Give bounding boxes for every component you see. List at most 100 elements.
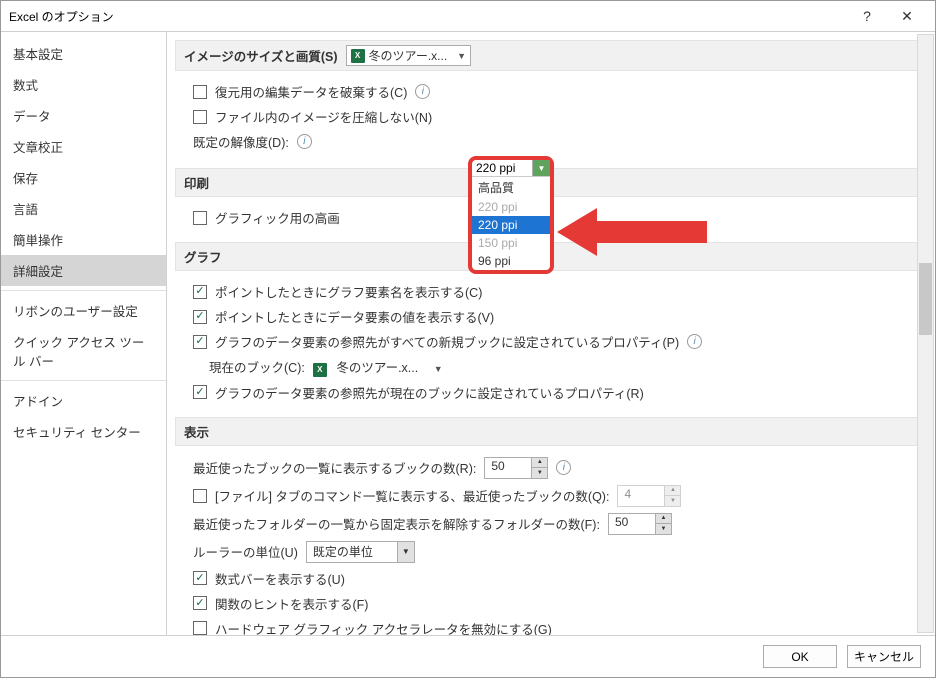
- info-icon[interactable]: [415, 84, 430, 99]
- row-unpin-folders: 最近使ったフォルダーの一覧から固定表示を解除するフォルダーの数(F): 50 ▲…: [175, 510, 921, 538]
- ok-button[interactable]: OK: [763, 645, 837, 668]
- row-ruler-unit: ルーラーの単位(U) 既定の単位 ▼: [175, 538, 921, 566]
- sidebar-item-accessibility[interactable]: 簡単操作: [1, 224, 166, 255]
- row-point-name: ポイントしたときにグラフ要素名を表示する(C): [175, 279, 921, 304]
- quick-recent-spinner: 4 ▲▼: [617, 485, 681, 507]
- point-name-label: ポイントしたときにグラフ要素名を表示する(C): [215, 282, 482, 301]
- row-no-compress: ファイル内のイメージを圧縮しない(N): [175, 104, 921, 129]
- sidebar-item-addins[interactable]: アドイン: [1, 385, 166, 416]
- recent-books-value: 50: [485, 458, 531, 478]
- close-button[interactable]: ✕: [887, 1, 927, 31]
- resolution-combo-value: 220 ppi: [472, 160, 533, 176]
- default-res-label: 既定の解像度(D):: [193, 132, 289, 151]
- sidebar-separator: [1, 380, 166, 381]
- print-hq-label: グラフィック用の高画: [215, 208, 340, 227]
- ruler-unit-value: 既定の単位: [307, 542, 397, 561]
- cancel-button[interactable]: キャンセル: [847, 645, 921, 668]
- row-ref-allnew: グラフのデータ要素の参照先がすべての新規ブックに設定されているプロパティ(P): [175, 329, 921, 354]
- row-point-value: ポイントしたときにデータ要素の値を表示する(V): [175, 304, 921, 329]
- quick-recent-label: [ファイル] タブのコマンド一覧に表示する、最近使ったブックの数(Q):: [215, 486, 609, 505]
- excel-icon: X: [313, 363, 327, 377]
- ref-current-label: グラフのデータ要素の参照先が現在のブックに設定されているプロパティ(R): [215, 383, 644, 402]
- row-recent-books: 最近使ったブックの一覧に表示するブックの数(R): 50 ▲▼: [175, 454, 921, 482]
- help-button[interactable]: ?: [847, 1, 887, 31]
- image-size-file-selector[interactable]: X 冬のツアー.x... ▼: [346, 45, 472, 66]
- current-book-selector[interactable]: X 冬のツアー.x... ▼: [313, 357, 443, 377]
- sidebar-item-qat[interactable]: クイック アクセス ツール バー: [1, 326, 166, 376]
- sidebar-item-save[interactable]: 保存: [1, 162, 166, 193]
- sidebar-separator: [1, 290, 166, 291]
- window-title: Excel のオプション: [9, 8, 847, 25]
- excel-icon: X: [351, 49, 365, 63]
- dropdown-option-highquality[interactable]: 高品質: [472, 177, 550, 198]
- row-func-hints: 関数のヒントを表示する(F): [175, 591, 921, 616]
- func-hints-checkbox[interactable]: [193, 596, 207, 610]
- no-compress-checkbox[interactable]: [193, 110, 207, 124]
- info-icon[interactable]: [556, 460, 571, 475]
- recent-books-label: 最近使ったブックの一覧に表示するブックの数(R):: [193, 458, 476, 477]
- sidebar: 基本設定 数式 データ 文章校正 保存 言語 簡単操作 詳細設定 リボンのユーザ…: [1, 32, 167, 635]
- titlebar: Excel のオプション ? ✕: [1, 1, 935, 31]
- section-chart-label: グラフ: [184, 247, 222, 266]
- chevron-down-icon[interactable]: ▼: [533, 160, 550, 176]
- arrow-shaft: [597, 221, 707, 243]
- current-book-label: 現在のブック(C):: [209, 357, 305, 376]
- sidebar-item-basic[interactable]: 基本設定: [1, 38, 166, 69]
- row-disable-hw: ハードウェア グラフィック アクセラレータを無効にする(G): [175, 616, 921, 636]
- chevron-down-icon: ▼: [457, 51, 466, 61]
- vertical-scrollbar[interactable]: [917, 34, 934, 633]
- dropdown-option-220-cut[interactable]: 220 ppi: [472, 198, 550, 216]
- print-hq-checkbox[interactable]: [193, 211, 207, 225]
- formula-bar-checkbox[interactable]: [193, 571, 207, 585]
- section-display-label: 表示: [184, 422, 209, 441]
- scroll-thumb[interactable]: [919, 263, 932, 335]
- row-discard-edit: 復元用の編集データを破棄する(C): [175, 79, 921, 104]
- sidebar-item-data[interactable]: データ: [1, 100, 166, 131]
- sidebar-item-language[interactable]: 言語: [1, 193, 166, 224]
- point-value-label: ポイントしたときにデータ要素の値を表示する(V): [215, 307, 494, 326]
- sidebar-item-formulas[interactable]: 数式: [1, 69, 166, 100]
- row-ref-current: グラフのデータ要素の参照先が現在のブックに設定されているプロパティ(R): [175, 380, 921, 405]
- section-display: 表示: [175, 417, 921, 446]
- info-icon[interactable]: [687, 334, 702, 349]
- arrow-head-icon: [557, 208, 597, 256]
- ref-current-checkbox[interactable]: [193, 385, 207, 399]
- point-value-checkbox[interactable]: [193, 310, 207, 324]
- dropdown-option-96[interactable]: 96 ppi: [472, 252, 550, 270]
- sidebar-item-advanced[interactable]: 詳細設定: [1, 255, 166, 286]
- ruler-unit-combo[interactable]: 既定の単位 ▼: [306, 541, 415, 563]
- footer: OK キャンセル: [1, 635, 935, 677]
- image-size-file-name: 冬のツアー.x...: [369, 47, 448, 64]
- discard-edit-label: 復元用の編集データを破棄する(C): [215, 82, 407, 101]
- content-pane: イメージのサイズと画質(S) X 冬のツアー.x... ▼ 復元用の編集データを…: [167, 32, 935, 635]
- row-formula-bar: 数式バーを表示する(U): [175, 566, 921, 591]
- dropdown-option-150[interactable]: 150 ppi: [472, 234, 550, 252]
- no-compress-label: ファイル内のイメージを圧縮しない(N): [215, 107, 432, 126]
- row-default-resolution: 既定の解像度(D):: [175, 129, 921, 154]
- sidebar-item-trust[interactable]: セキュリティ センター: [1, 416, 166, 447]
- disable-hw-checkbox[interactable]: [193, 621, 207, 635]
- ref-allnew-checkbox[interactable]: [193, 335, 207, 349]
- chevron-down-icon: ▼: [397, 542, 414, 562]
- disable-hw-label: ハードウェア グラフィック アクセラレータを無効にする(G): [215, 619, 552, 636]
- discard-edit-checkbox[interactable]: [193, 85, 207, 99]
- unpin-folders-label: 最近使ったフォルダーの一覧から固定表示を解除するフォルダーの数(F):: [193, 514, 600, 533]
- resolution-dropdown[interactable]: 220 ppi ▼ 高品質 220 ppi 220 ppi 150 ppi 96…: [468, 156, 554, 274]
- recent-books-spinner[interactable]: 50 ▲▼: [484, 457, 548, 479]
- chevron-down-icon: ▼: [434, 364, 443, 374]
- unpin-folders-value: 50: [609, 514, 655, 534]
- row-quick-access-recent: [ファイル] タブのコマンド一覧に表示する、最近使ったブックの数(Q): 4 ▲…: [175, 482, 921, 510]
- ref-allnew-label: グラフのデータ要素の参照先がすべての新規ブックに設定されているプロパティ(P): [215, 332, 679, 351]
- section-image-size: イメージのサイズと画質(S) X 冬のツアー.x... ▼: [175, 40, 921, 71]
- info-icon[interactable]: [297, 134, 312, 149]
- unpin-folders-spinner[interactable]: 50 ▲▼: [608, 513, 672, 535]
- dropdown-option-220[interactable]: 220 ppi: [472, 216, 550, 234]
- current-book-file: 冬のツアー.x...: [330, 360, 424, 376]
- sidebar-item-ribbon[interactable]: リボンのユーザー設定: [1, 295, 166, 326]
- quick-recent-checkbox[interactable]: [193, 489, 207, 503]
- func-hints-label: 関数のヒントを表示する(F): [215, 594, 368, 613]
- ruler-unit-label: ルーラーの単位(U): [193, 542, 298, 561]
- sidebar-item-proofing[interactable]: 文章校正: [1, 131, 166, 162]
- point-name-checkbox[interactable]: [193, 285, 207, 299]
- formula-bar-label: 数式バーを表示する(U): [215, 569, 345, 588]
